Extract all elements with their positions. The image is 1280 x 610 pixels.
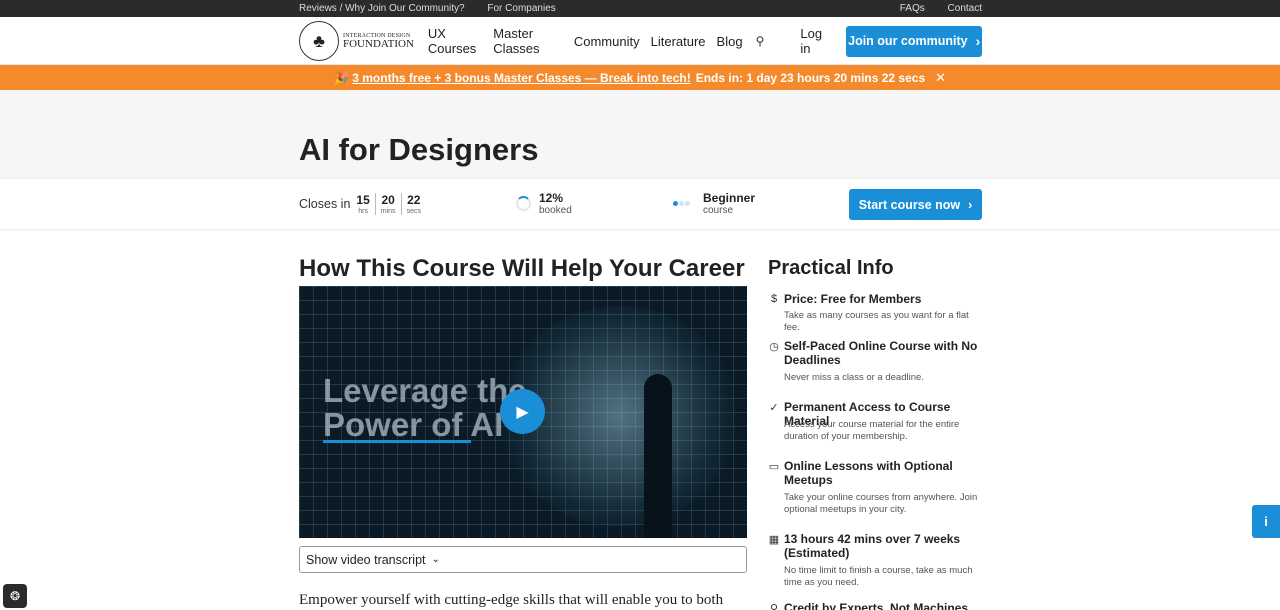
faqs-link[interactable]: FAQs	[900, 3, 925, 14]
countdown-hours: 15 hrs	[356, 193, 374, 215]
dollar-icon: $	[770, 293, 778, 305]
nav-links: UX Courses Master Classes Community Lite…	[428, 26, 764, 56]
course-video[interactable]: Leverage the Power of AI ▶	[299, 286, 747, 538]
contact-link[interactable]: Contact	[948, 3, 982, 14]
laptop-icon: ▭	[768, 461, 780, 473]
booked-stat: 12% booked	[516, 191, 572, 216]
progress-ring-icon	[516, 196, 531, 211]
tree-logo-icon: ♣	[299, 21, 339, 61]
practical-info-heading: Practical Info	[768, 257, 894, 279]
closes-countdown: Closes in 15 hrs 20 mins 22 secs	[299, 193, 426, 215]
site-logo[interactable]: ♣ INTERACTION DESIGN FOUNDATION	[299, 21, 414, 61]
nav-ux-courses[interactable]: UX Courses	[428, 26, 482, 56]
booked-value: 12%	[539, 191, 564, 205]
closes-label: Closes in	[299, 197, 351, 211]
calendar-icon: ▦	[768, 534, 780, 546]
start-course-label: Start course now	[858, 197, 961, 212]
info-desc: No time limit to finish a course, take a…	[784, 565, 973, 588]
countdown-secs: 22 secs	[400, 193, 426, 215]
join-community-button[interactable]: Join our community ›	[846, 25, 982, 57]
info-title: Online Lessons with Optional Meetups	[784, 459, 953, 487]
hours-value: 15	[356, 193, 370, 207]
practical-info-panel: Practical Info $ Price: Free for Members…	[768, 257, 982, 610]
info-title: Price: Free for Members	[784, 292, 922, 306]
video-title-line-2: Power of AI	[323, 405, 504, 443]
info-title: Credit by Experts, Not Machines	[784, 601, 969, 610]
search-icon[interactable]: ⚲	[756, 34, 765, 48]
level-dots-icon	[673, 201, 691, 206]
nav-blog[interactable]: Blog	[717, 34, 743, 49]
video-title-line-1: Leverage the	[323, 372, 527, 409]
video-transcript-toggle[interactable]: Show video transcript ⌄	[299, 546, 747, 573]
level-value: Beginner	[703, 191, 756, 205]
silhouette-figure	[644, 374, 672, 538]
info-desc: Never miss a class or a deadline.	[784, 372, 924, 383]
play-icon[interactable]: ▶	[500, 389, 545, 434]
page-title: AI for Designers	[299, 132, 539, 167]
countdown-mins: 20 mins	[374, 193, 401, 215]
info-desc: Take your online courses from anywhere. …	[784, 492, 978, 515]
promo-countdown: Ends in: 1 day 23 hours 20 mins 22 secs	[695, 70, 926, 85]
course-hero: AI for Designers	[0, 90, 1280, 178]
close-icon[interactable]: ✕	[935, 70, 946, 86]
join-community-label: Join our community	[848, 34, 968, 48]
video-title: Leverage the Power of AI	[323, 374, 527, 442]
career-heading: How This Course Will Help Your Career	[299, 255, 745, 282]
for-companies-link[interactable]: For Companies	[487, 3, 555, 14]
login-link[interactable]: Log in	[800, 26, 832, 56]
chevron-right-icon: ›	[968, 197, 973, 212]
mins-unit: mins	[380, 208, 396, 215]
start-course-button[interactable]: Start course now ›	[849, 189, 982, 220]
info-title: Self-Paced Online Course with No Deadlin…	[784, 339, 978, 367]
transcript-label: Show video transcript	[306, 552, 426, 567]
promo-banner: 🎉 3 months free + 3 bonus Master Classes…	[0, 65, 1280, 90]
main-navbar: ♣ INTERACTION DESIGN FOUNDATION UX Cours…	[0, 17, 1280, 65]
chevron-down-icon: ⌄	[431, 554, 440, 565]
checkmark-icon: ✓	[769, 402, 779, 414]
hours-unit: hrs	[358, 208, 368, 215]
info-title: 13 hours 42 mins over 7 weeks (Estimated…	[784, 532, 961, 560]
course-status-bar: Closes in 15 hrs 20 mins 22 secs 12% boo…	[0, 178, 1280, 230]
course-intro-text: Empower yourself with cutting-edge skill…	[299, 592, 724, 608]
info-desc: Access your course material for the enti…	[784, 419, 960, 442]
reviews-link[interactable]: Reviews / Why Join Our Community?	[299, 3, 465, 14]
info-icon[interactable]: i	[1252, 505, 1280, 538]
info-desc: Take as many courses as you want for a f…	[784, 310, 969, 333]
mins-value: 20	[381, 193, 395, 207]
level-label: course	[703, 205, 734, 216]
award-icon: ⚲	[769, 603, 779, 610]
top-utility-bar: Reviews / Why Join Our Community? For Co…	[0, 0, 1280, 17]
main-column: How This Course Will Help Your Career Le…	[299, 255, 747, 608]
course-content: How This Course Will Help Your Career Le…	[0, 231, 1280, 610]
secs-value: 22	[407, 193, 421, 207]
nav-community[interactable]: Community	[574, 34, 640, 49]
nav-literature[interactable]: Literature	[651, 34, 706, 49]
promo-offer-link[interactable]: 3 months free + 3 bonus Master Classes —…	[352, 71, 690, 85]
secs-unit: secs	[406, 208, 421, 215]
nav-master-classes[interactable]: Master Classes	[493, 26, 563, 56]
booked-label: booked	[539, 205, 572, 216]
chevron-right-icon: ›	[975, 33, 981, 49]
clock-icon: ◷	[769, 341, 779, 353]
level-stat: Beginner course	[673, 191, 755, 216]
party-icon: 🎉	[333, 70, 349, 85]
cookie-settings-icon[interactable]: ❂	[3, 584, 27, 608]
logo-line-2: FOUNDATION	[343, 37, 414, 50]
